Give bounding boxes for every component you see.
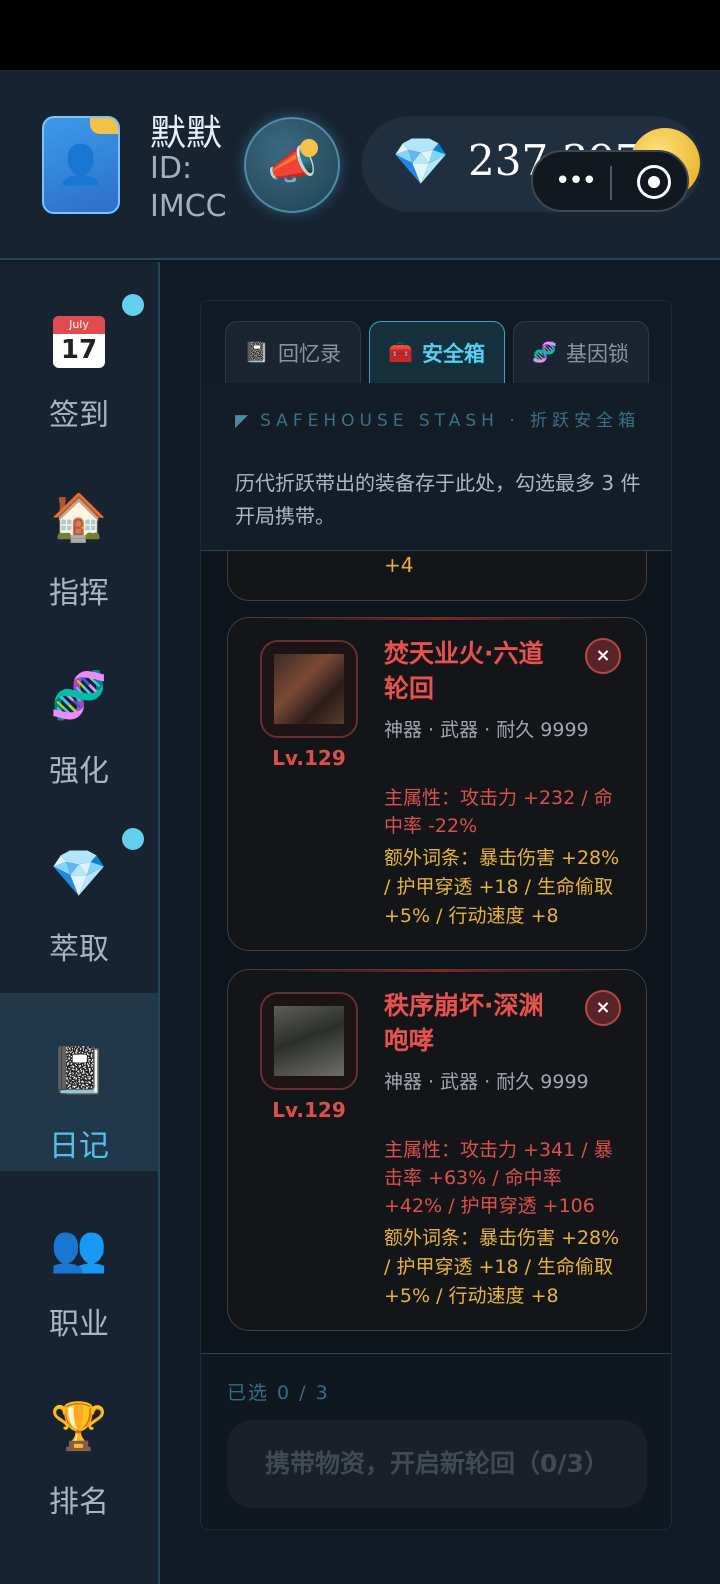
- gem-icon: 💎: [50, 846, 108, 900]
- item-extra-partial: +4: [384, 553, 414, 577]
- top-header: 👤 默默 ID: IMCC 📣 💎 237,397 + •••: [0, 70, 720, 260]
- weapon-image: [274, 1006, 344, 1076]
- start-new-cycle-button[interactable]: 携带物资，开启新轮回（0/3）: [227, 1420, 647, 1508]
- avatar[interactable]: 👤: [42, 116, 120, 214]
- sidebar-item-label: 日记: [49, 1129, 109, 1164]
- item-main-attribute: 主属性：攻击力 +341 / 暴击率 +63% / 命中率 +42% / 护甲穿…: [384, 1139, 613, 1217]
- tab-memoir[interactable]: 📓 回忆录: [225, 321, 361, 383]
- tab-safebox[interactable]: 🧰 安全箱: [369, 321, 505, 383]
- weapon-image: [274, 654, 344, 724]
- close-miniprogram-icon[interactable]: [637, 165, 671, 199]
- item-thumbnail: [260, 640, 358, 738]
- sidebar: July 17 签到 🏠 指挥 🧬 强化 💎 萃取 📓 日记 👥 职业 🏆 排名: [0, 262, 160, 1584]
- item-extra-attributes: 额外词条：暴击伤害 +28% / 护甲穿透 +18 / 生命偷取 +5% / 行…: [384, 847, 620, 927]
- sidebar-item-label: 指挥: [49, 576, 109, 611]
- sidebar-item-label: 签到: [49, 398, 109, 433]
- item-card[interactable]: Lv.129 秩序崩坏·深渊咆哮 × 神器 · 武器 · 耐久 9999 主属性…: [227, 969, 647, 1331]
- sidebar-item-label: 强化: [49, 754, 109, 789]
- sidebar-item-enhance[interactable]: 🧬 强化: [0, 618, 158, 796]
- toolbox-icon: 🧰: [388, 340, 413, 364]
- item-name: 秩序崩坏·深渊咆哮: [384, 991, 544, 1055]
- sidebar-item-label: 萃取: [49, 932, 109, 967]
- item-level: Lv.129: [272, 1098, 346, 1122]
- stash-header: ◤ SAFEHOUSE STASH · 折跃安全箱 历代折跃带出的装备存于此处，勾…: [201, 383, 671, 551]
- sidebar-item-checkin[interactable]: July 17 签到: [0, 262, 158, 440]
- item-thumbnail: [260, 992, 358, 1090]
- diary-panel: 📓 回忆录 🧰 安全箱 🧬 基因锁 +4 ◤ SAFEHOUSE STASH · …: [200, 300, 672, 1530]
- user-silhouette-icon: 👤: [57, 142, 105, 187]
- sidebar-item-profession[interactable]: 👥 职业: [0, 1171, 158, 1349]
- notebook-icon: 📓: [244, 340, 269, 364]
- selection-counter: 已选 0 / 3: [227, 1382, 330, 1404]
- card-accent-line: [258, 617, 618, 620]
- card-accent-line: [258, 969, 618, 972]
- notification-dot: [300, 139, 318, 157]
- announcement-button[interactable]: 📣: [244, 117, 340, 213]
- sidebar-item-label: 排名: [49, 1485, 109, 1520]
- tab-bar: 📓 回忆录 🧰 安全箱 🧬 基因锁: [201, 301, 671, 383]
- remove-item-button[interactable]: ×: [585, 638, 621, 674]
- item-main-attribute: 主属性：攻击力 +232 / 命中率 -22%: [384, 787, 613, 837]
- user-id: ID: IMCC: [150, 151, 227, 224]
- item-meta: 神器 · 武器 · 耐久 9999: [384, 719, 589, 741]
- section-description: 历代折跃带出的装备存于此处，勾选最多 3 件开局携带。: [235, 471, 641, 528]
- flag-icon: ◤: [235, 411, 249, 431]
- tab-gene-lock[interactable]: 🧬 基因锁: [513, 321, 649, 383]
- item-extra-attributes: 额外词条：暴击伤害 +28% / 护甲穿透 +18 / 生命偷取 +5% / 行…: [384, 1227, 620, 1307]
- trophy-icon: 🏆: [50, 1399, 108, 1453]
- house-icon: 🏠: [50, 490, 108, 544]
- status-bar: [0, 0, 720, 70]
- sidebar-item-command[interactable]: 🏠 指挥: [0, 440, 158, 618]
- item-meta: 神器 · 武器 · 耐久 9999: [384, 1071, 589, 1093]
- capsule-divider: [610, 166, 612, 200]
- notification-dot: [122, 294, 144, 316]
- item-card[interactable]: Lv.129 焚天业火·六道轮回 × 神器 · 武器 · 耐久 9999 主属性…: [227, 617, 647, 951]
- sidebar-item-diary[interactable]: 📓 日记: [0, 993, 158, 1171]
- item-name: 焚天业火·六道轮回: [384, 639, 544, 703]
- item-level: Lv.129: [272, 746, 346, 770]
- sidebar-item-ranking[interactable]: 🏆 排名: [0, 1349, 158, 1527]
- notebook-icon: 📓: [50, 1043, 108, 1097]
- calendar-icon: July 17: [53, 316, 105, 368]
- miniprogram-capsule: •••: [531, 150, 689, 212]
- more-icon[interactable]: •••: [555, 166, 597, 196]
- selection-footer: 已选 0 / 3 携带物资，开启新轮回（0/3）: [201, 1353, 671, 1529]
- sidebar-item-label: 职业: [49, 1307, 109, 1342]
- dna-icon: 🧬: [50, 668, 108, 722]
- people-icon: 👥: [50, 1221, 108, 1275]
- username: 默默: [150, 113, 223, 154]
- section-title: ◤ SAFEHOUSE STASH · 折跃安全箱: [235, 411, 641, 431]
- diamond-icon: 💎: [392, 134, 450, 188]
- dna-icon: 🧬: [532, 340, 557, 364]
- sidebar-item-extract[interactable]: 💎 萃取: [0, 796, 158, 974]
- remove-item-button[interactable]: ×: [585, 990, 621, 1026]
- avatar-badge: [90, 118, 118, 134]
